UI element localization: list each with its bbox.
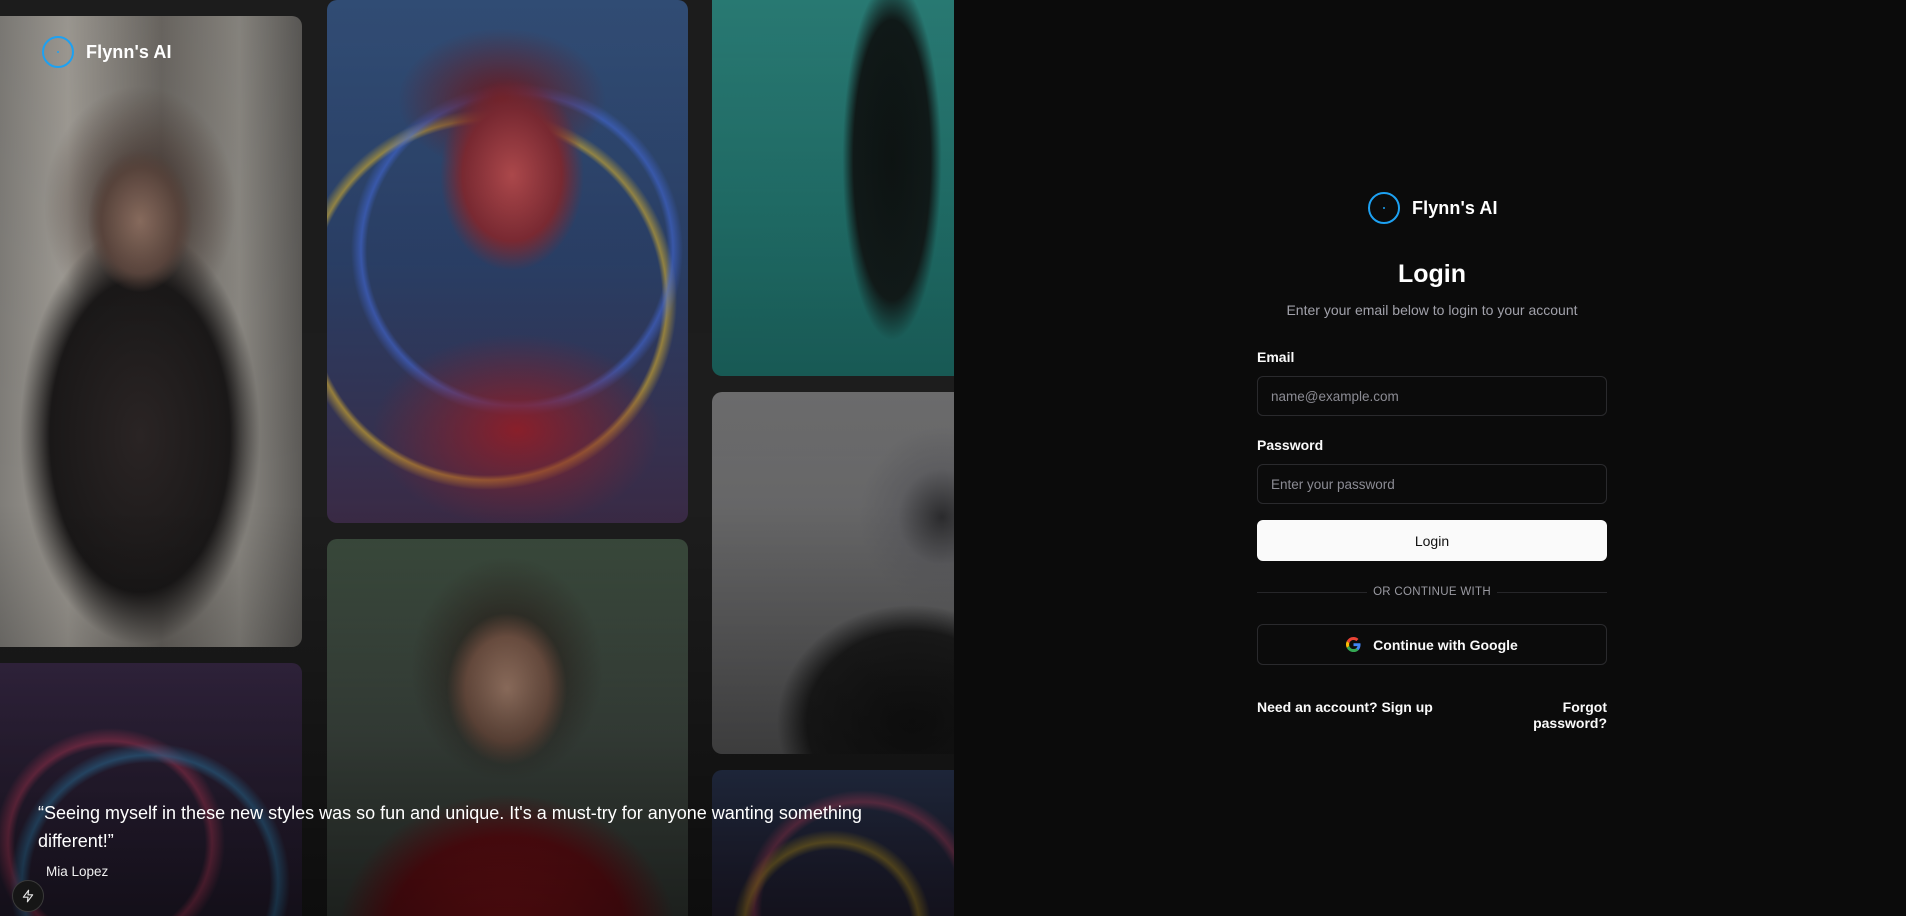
testimonial-author: Mia Lopez — [46, 864, 109, 879]
login-panel — [954, 0, 1906, 916]
password-field[interactable] — [1257, 464, 1607, 504]
email-field[interactable] — [1257, 376, 1607, 416]
google-login-button[interactable]: Continue with Google — [1257, 624, 1607, 665]
forgot-password-link[interactable]: Forgot password? — [1487, 699, 1607, 731]
signup-link[interactable]: Need an account? Sign up — [1257, 699, 1433, 715]
email-label: Email — [1257, 349, 1295, 365]
brand-logo-right: Flynn's AI — [1368, 192, 1498, 224]
divider: OR CONTINUE WITH — [1257, 586, 1607, 598]
google-icon — [1346, 637, 1361, 652]
login-page: Flynn's AI “Seeing myself in these new s… — [0, 0, 1906, 916]
page-title: Login — [1397, 260, 1467, 288]
bolt-button[interactable] — [12, 880, 44, 912]
circle-logo-icon — [42, 36, 74, 68]
page-subtitle: Enter your email below to login to your … — [1286, 302, 1578, 318]
gallery-overlay — [0, 0, 954, 916]
brand-name: Flynn's AI — [86, 41, 172, 62]
brand-logo-left: Flynn's AI — [42, 36, 172, 68]
login-button[interactable]: Login — [1257, 520, 1607, 561]
bolt-icon — [22, 889, 34, 903]
password-label: Password — [1257, 437, 1324, 453]
gallery-panel: Flynn's AI “Seeing myself in these new s… — [0, 0, 954, 916]
divider-line-right — [1497, 592, 1607, 593]
brand-name: Flynn's AI — [1412, 197, 1498, 218]
testimonial-quote: “Seeing myself in these new styles was s… — [38, 803, 862, 851]
google-button-label: Continue with Google — [1373, 636, 1518, 653]
circle-logo-icon — [1368, 192, 1400, 224]
